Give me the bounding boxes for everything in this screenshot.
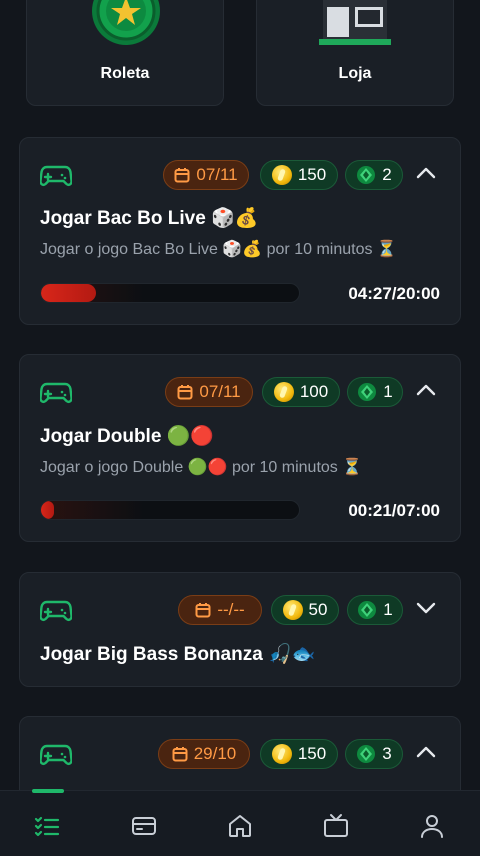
coin-reward-value: 100 bbox=[299, 382, 329, 401]
gem-reward-value: 1 bbox=[383, 600, 393, 619]
gem-icon bbox=[358, 601, 377, 619]
loja-tile[interactable]: Loja bbox=[256, 0, 454, 106]
mission-title: Jogar Bac Bo Live 🎲💰 bbox=[40, 208, 259, 229]
date-text: 07/11 bbox=[196, 165, 238, 184]
gem-icon bbox=[357, 166, 376, 184]
date-text: --/-- bbox=[217, 600, 245, 619]
bottom-nav bbox=[0, 789, 480, 856]
date-text: 07/11 bbox=[199, 382, 241, 401]
progress-bar bbox=[40, 500, 300, 520]
active-tab-indicator bbox=[32, 789, 64, 793]
gamepad-icon bbox=[40, 382, 72, 403]
coin-reward-badge: 150 bbox=[260, 739, 338, 769]
progress-fill bbox=[41, 501, 54, 519]
coin-reward-badge: 150 bbox=[260, 160, 338, 190]
roleta-tile[interactable]: Roleta bbox=[26, 0, 224, 106]
gamepad-icon bbox=[40, 600, 72, 621]
gamepad-icon bbox=[40, 165, 72, 186]
gamepad-icon bbox=[40, 744, 72, 765]
progress-timer: 00:21/07:00 bbox=[348, 501, 440, 520]
mission-card[interactable]: 07/11 150 2 Jogar Bac Bo Live 🎲💰 Jogar o… bbox=[19, 137, 461, 325]
loja-label: Loja bbox=[338, 65, 372, 82]
mission-title: Jogar Double 🟢🔴 bbox=[40, 426, 214, 447]
tv-icon[interactable] bbox=[323, 813, 349, 839]
store-icon bbox=[319, 0, 391, 45]
calendar-icon bbox=[177, 385, 193, 400]
mission-card[interactable]: 07/11 100 1 Jogar Double 🟢🔴 Jogar o jogo… bbox=[19, 354, 461, 542]
wallet-card-icon[interactable] bbox=[131, 813, 157, 839]
home-icon[interactable] bbox=[227, 813, 253, 839]
coin-icon bbox=[273, 382, 294, 402]
gem-reward-badge: 2 bbox=[345, 160, 403, 190]
roulette-star-icon bbox=[92, 0, 160, 45]
progress-bar bbox=[40, 283, 300, 303]
coin-reward-value: 150 bbox=[297, 744, 327, 763]
progress-fill bbox=[41, 284, 97, 302]
date-badge: --/-- bbox=[178, 595, 262, 625]
missions-screen: Roleta Loja 07/11 150 2 Jogar Bac Bo Liv… bbox=[0, 0, 480, 856]
chevron-up-icon[interactable] bbox=[416, 745, 436, 759]
chevron-up-icon[interactable] bbox=[416, 383, 436, 397]
chevron-up-icon[interactable] bbox=[416, 166, 436, 180]
mission-card[interactable]: --/-- 50 1 Jogar Big Bass Bonanza 🎣🐟 bbox=[19, 572, 461, 687]
profile-icon[interactable] bbox=[419, 813, 445, 839]
calendar-icon bbox=[172, 747, 188, 762]
calendar-icon bbox=[174, 168, 190, 183]
gem-reward-badge: 1 bbox=[347, 595, 403, 625]
coin-reward-badge: 50 bbox=[271, 595, 339, 625]
coin-reward-value: 150 bbox=[297, 165, 327, 184]
date-badge: 07/11 bbox=[163, 160, 249, 190]
gem-reward-value: 3 bbox=[382, 744, 392, 763]
roleta-label: Roleta bbox=[100, 65, 150, 82]
gem-icon bbox=[357, 745, 376, 763]
mission-description: Jogar o jogo Bac Bo Live 🎲💰 por 10 minut… bbox=[40, 241, 397, 258]
calendar-icon bbox=[195, 603, 211, 618]
missions-list-icon[interactable] bbox=[34, 813, 60, 839]
date-badge: 07/11 bbox=[165, 377, 253, 407]
progress-timer: 04:27/20:00 bbox=[348, 284, 440, 303]
gem-reward-value: 2 bbox=[382, 165, 392, 184]
coin-reward-badge: 100 bbox=[262, 377, 340, 407]
mission-title: Jogar Big Bass Bonanza 🎣🐟 bbox=[40, 644, 316, 665]
coin-icon bbox=[271, 744, 292, 764]
gem-reward-value: 1 bbox=[383, 382, 393, 401]
date-text: 29/10 bbox=[193, 744, 237, 763]
chevron-down-icon[interactable] bbox=[416, 601, 436, 615]
mission-description: Jogar o jogo Double 🟢🔴 por 10 minutos ⏳ bbox=[40, 459, 363, 476]
coin-reward-value: 50 bbox=[308, 600, 328, 619]
gem-icon bbox=[358, 383, 377, 401]
gem-reward-badge: 1 bbox=[347, 377, 403, 407]
coin-icon bbox=[282, 600, 303, 620]
coin-icon bbox=[271, 165, 292, 185]
gem-reward-badge: 3 bbox=[345, 739, 403, 769]
date-badge: 29/10 bbox=[158, 739, 250, 769]
